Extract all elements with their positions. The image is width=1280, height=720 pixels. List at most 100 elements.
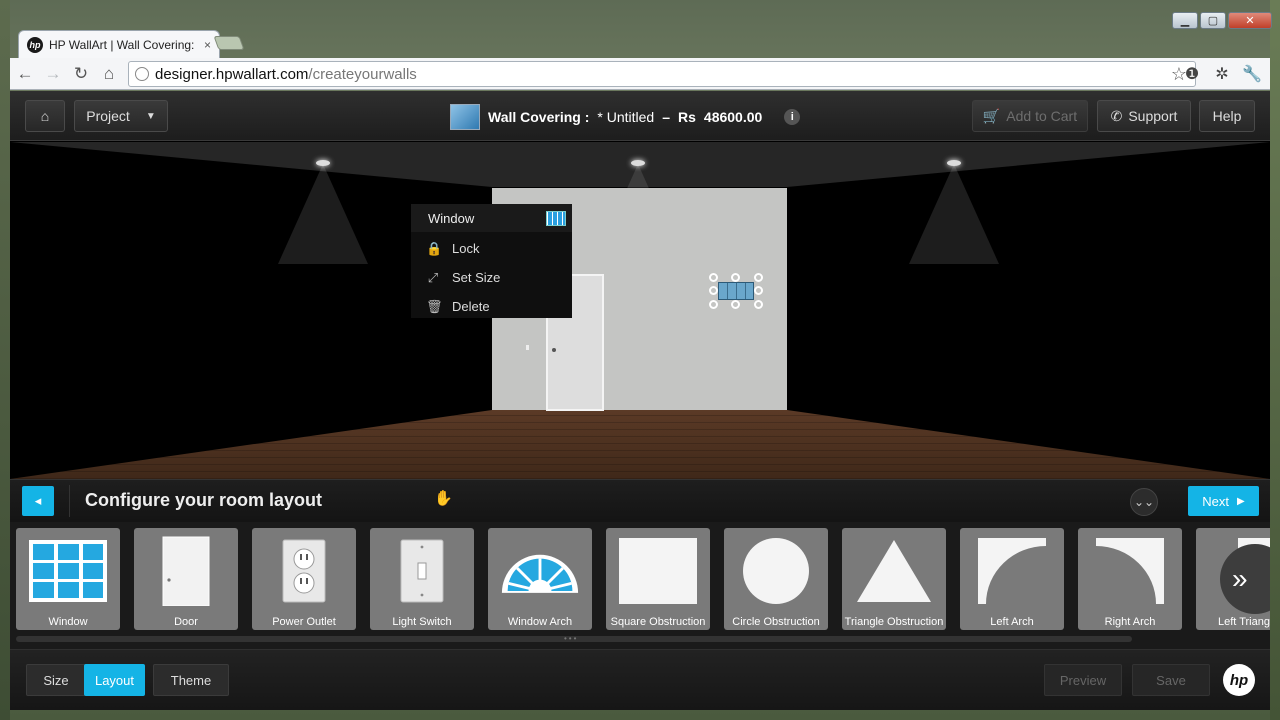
desktop-background-right — [1270, 0, 1280, 720]
lock-icon: 🔒 — [426, 240, 443, 256]
address-bar[interactable]: designer.hpwallart.com/createyourwalls ☆ — [128, 61, 1196, 87]
resize-handle[interactable] — [709, 273, 718, 282]
save-button[interactable]: Save — [1132, 664, 1210, 696]
menu-item-label: Delete — [452, 299, 490, 314]
tile-label: Left Arch — [990, 616, 1034, 628]
door-knob — [552, 348, 556, 352]
url-host: designer.hpwallart.com — [155, 65, 309, 83]
resize-handle[interactable] — [754, 300, 763, 309]
window-object-selected[interactable] — [709, 273, 763, 309]
resize-handle[interactable] — [754, 286, 763, 295]
layout-tab[interactable]: Layout — [84, 664, 145, 696]
extension-puzzle-icon[interactable]: ✲ — [1210, 62, 1234, 86]
context-menu-body: 🔒 Lock ⤢ Set Size 🗑 Delete — [411, 232, 572, 318]
forward-arrow-icon[interactable]: → — [40, 61, 66, 87]
menu-item-delete[interactable]: 🗑 Delete — [411, 292, 572, 321]
browser-tab[interactable]: hp HP WallArt | Wall Covering: × — [18, 30, 220, 58]
menu-item-set-size[interactable]: ⤢ Set Size — [411, 263, 572, 292]
hp-logo: hp — [1223, 664, 1255, 696]
maximize-button[interactable]: ▢ — [1200, 12, 1226, 29]
door-icon — [146, 536, 226, 606]
tile-label: Window Arch — [507, 616, 573, 628]
app-area: ⌂ Project ▼ Wall Covering : * Untitled –… — [10, 91, 1270, 710]
back-arrow-icon[interactable]: ← — [12, 61, 38, 87]
hp-favicon-icon: hp — [27, 36, 43, 53]
preview-button[interactable]: Preview — [1044, 664, 1122, 696]
add-to-cart-button[interactable]: 🛒 Add to Cart — [972, 100, 1088, 132]
wall-summary: Wall Covering : * Untitled – Rs 48600.00… — [450, 104, 801, 130]
phone-icon: ✆ — [1110, 107, 1123, 124]
tile-square-obstruction[interactable]: Square Obstruction — [606, 528, 710, 630]
window-icon — [28, 538, 108, 604]
menu-item-lock[interactable]: 🔒 Lock — [411, 234, 572, 263]
context-menu-title: Window — [428, 210, 475, 226]
minimize-button[interactable]: ▁ — [1172, 12, 1198, 29]
configure-title: Configure your room layout — [85, 490, 323, 510]
close-window-button[interactable]: ✕ — [1228, 12, 1272, 29]
ceiling-light — [631, 160, 645, 166]
previous-button[interactable]: ◂ — [22, 486, 54, 516]
tile-right-arch[interactable]: Right Arch — [1078, 528, 1182, 630]
reload-icon[interactable]: ↻ — [68, 61, 94, 87]
tab-close-icon[interactable]: × — [204, 38, 211, 52]
support-button[interactable]: ✆ Support — [1097, 100, 1191, 132]
project-label: Project — [86, 108, 130, 124]
size-label: Size — [43, 672, 69, 688]
tile-triangle-obstruction[interactable]: Triangle Obstruction — [842, 528, 946, 630]
help-button[interactable]: Help — [1199, 100, 1255, 132]
power-outlet-icon — [264, 538, 344, 604]
tile-light-switch[interactable]: Light Switch — [370, 528, 474, 630]
home-icon: ⌂ — [40, 108, 50, 124]
home-icon[interactable]: ⌂ — [96, 61, 122, 87]
project-dropdown[interactable]: Project ▼ — [74, 100, 168, 132]
tile-window[interactable]: Window — [16, 528, 120, 630]
light-switch-object[interactable] — [526, 345, 529, 350]
tile-door[interactable]: Door — [134, 528, 238, 630]
light-switch-icon — [382, 538, 462, 604]
light-beam — [909, 164, 999, 264]
tile-circle-obstruction[interactable]: Circle Obstruction — [724, 528, 828, 630]
right-triangle-icon: ▶ — [1237, 495, 1245, 507]
support-label: Support — [1128, 108, 1178, 124]
price-value: 48600.00 — [703, 109, 763, 125]
cart-icon: 🛒 — [982, 107, 1001, 124]
theme-tab[interactable]: Theme — [153, 664, 229, 696]
tile-left-arch[interactable]: Left Arch — [960, 528, 1064, 630]
tile-power-outlet[interactable]: Power Outlet — [252, 528, 356, 630]
window-arch-icon — [500, 538, 580, 604]
desktop-background-left — [0, 0, 10, 720]
window-pane — [718, 282, 754, 300]
next-label: Next — [1202, 493, 1230, 509]
resize-handle[interactable] — [731, 300, 740, 309]
info-icon[interactable]: i — [784, 109, 801, 125]
wall-covering-label: Wall Covering : — [488, 109, 590, 125]
next-button[interactable]: Next ▶ — [1188, 486, 1259, 516]
collapse-chevron-icon[interactable]: ⌄⌄ — [1130, 488, 1158, 516]
globe-icon — [135, 67, 149, 81]
object-context-menu: Window 🔒 Lock ⤢ Set Size 🗑 Delete — [411, 204, 572, 318]
left-triangle-icon: ◂ — [34, 493, 42, 508]
extension-icon[interactable]: ❶ — [1180, 62, 1204, 86]
resize-handle[interactable] — [731, 273, 740, 282]
new-tab-button[interactable] — [213, 36, 245, 50]
trash-icon: 🗑 — [426, 298, 443, 314]
scrollbar-grip: ••• — [564, 634, 579, 643]
tile-label: Door — [174, 616, 198, 628]
wrench-menu-icon[interactable]: 🔧 — [1240, 62, 1264, 86]
save-label: Save — [1156, 672, 1186, 688]
resize-handle[interactable] — [754, 273, 763, 282]
palette-scrollbar[interactable]: ••• — [16, 634, 1132, 643]
resize-handle[interactable] — [709, 286, 718, 295]
resize-handle[interactable] — [709, 300, 718, 309]
window-grid-icon — [546, 210, 566, 226]
theme-label: Theme — [170, 672, 212, 688]
tile-window-arch[interactable]: Window Arch — [488, 528, 592, 630]
room-scene[interactable]: Window 🔒 Lock ⤢ Set Size 🗑 Delete — [10, 142, 1270, 479]
tile-label: Circle Obstruction — [732, 616, 820, 628]
tile-label: Power Outlet — [272, 616, 336, 628]
context-menu-header: Window — [411, 204, 572, 232]
home-button[interactable]: ⌂ — [25, 100, 65, 132]
light-beam — [278, 164, 368, 264]
tile-label: Right Arch — [1104, 616, 1156, 628]
size-tab[interactable]: Size — [26, 664, 86, 696]
